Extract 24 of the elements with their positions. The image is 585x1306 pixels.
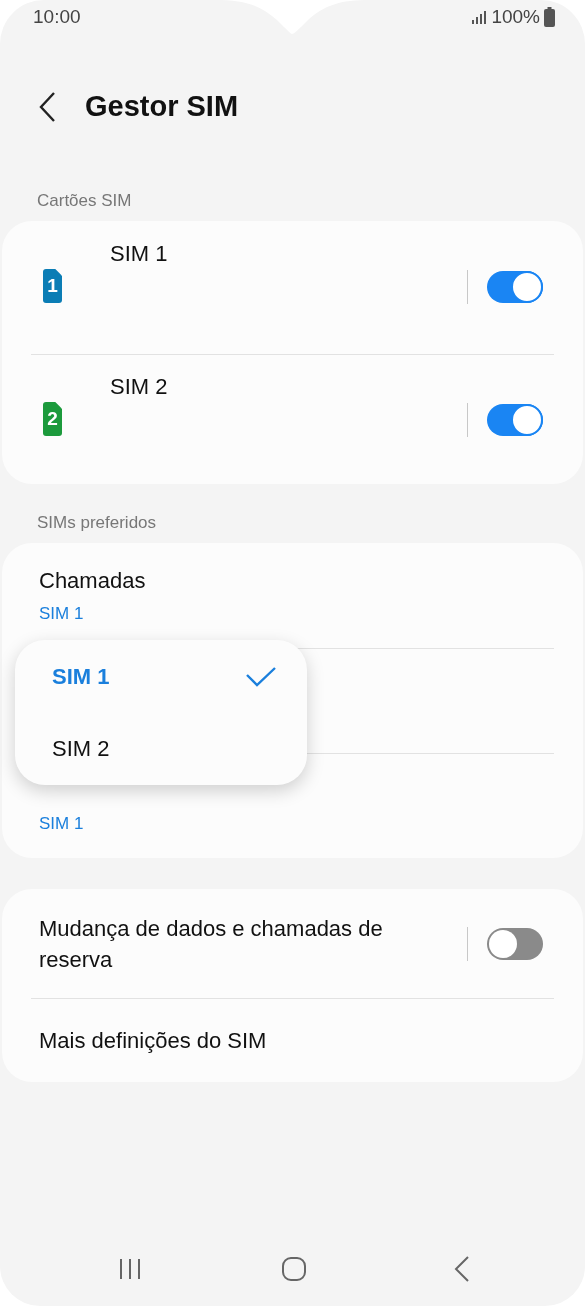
- battery-level: 100%: [491, 4, 540, 29]
- toggle-switch[interactable]: [487, 927, 543, 960]
- toggle-switch[interactable]: [487, 271, 543, 303]
- page-title: Gestor SIM: [85, 89, 239, 125]
- sim-name: SIM 1: [110, 240, 169, 268]
- status-time: 10:00: [33, 4, 81, 29]
- menu-option[interactable]: SIM 1: [52, 640, 277, 713]
- home-icon[interactable]: [281, 1256, 307, 1282]
- signal-icon: [471, 9, 488, 25]
- sim-name: SIM 2: [110, 373, 169, 401]
- setting-title: Chamadas: [39, 567, 147, 596]
- toggle-switch[interactable]: [487, 404, 543, 436]
- setting-value: SIM 1: [39, 813, 85, 836]
- recent-apps-icon[interactable]: [118, 1257, 142, 1281]
- check-icon: [245, 665, 277, 688]
- menu-option[interactable]: SIM 2: [52, 712, 277, 785]
- section-label: SIMs preferidos: [36, 511, 158, 534]
- setting-title: Mais definições do SIM: [39, 1026, 267, 1055]
- setting-value: SIM 1: [39, 603, 85, 626]
- setting-title: Mudança de dados e chamadas de reserva: [39, 914, 384, 974]
- battery-icon: [544, 7, 555, 27]
- sim-card-icon: 2: [43, 402, 62, 436]
- section-label: Cartões SIM: [36, 189, 133, 212]
- sim-card-icon: 1: [43, 269, 62, 303]
